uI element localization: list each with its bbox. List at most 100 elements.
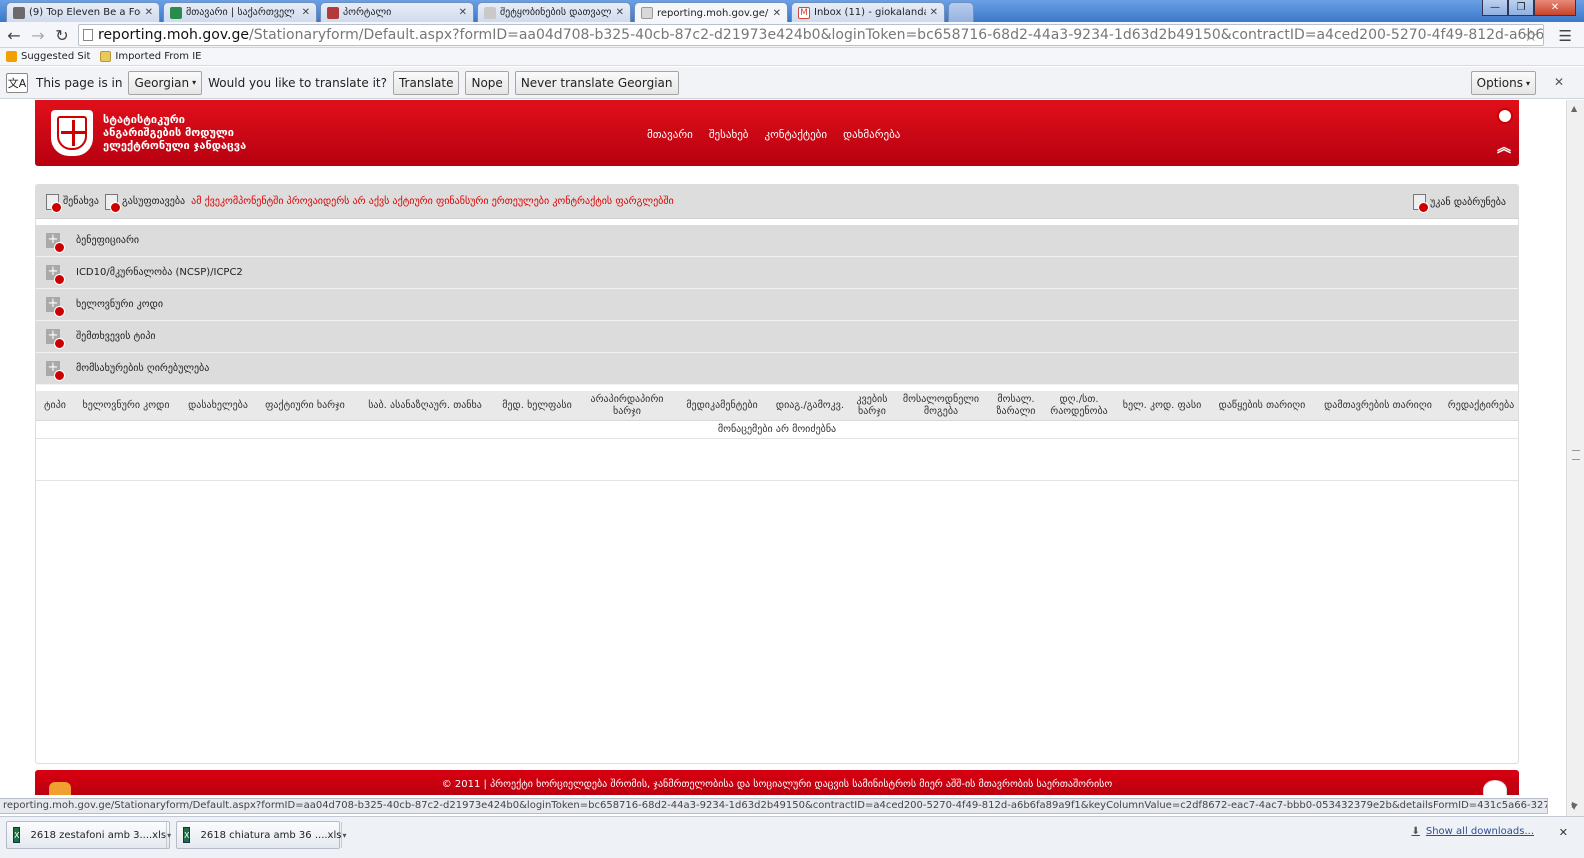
column-header[interactable]: მოსალოდნელი მოგება (900, 391, 982, 421)
chevron-down-icon[interactable]: ▾ (341, 822, 346, 848)
column-header[interactable]: დასახელება (182, 391, 254, 421)
tab-strip: (9) Top Eleven Be a Footb ✕ მთავარი | სა… (0, 0, 1584, 23)
section-label: ICD10/მკურნალობა (NCSP)/ICPC2 (76, 267, 243, 278)
nav-home[interactable]: მთავარი (647, 128, 693, 141)
nav-contacts[interactable]: კონტაქტები (764, 128, 827, 141)
window-close-icon[interactable]: ✕ (1534, 0, 1576, 16)
section-label: მომსახურების ღირებულება (76, 363, 210, 374)
close-icon[interactable]: ✕ (616, 7, 624, 18)
nope-button[interactable]: Nope (465, 70, 509, 95)
forward-arrow-icon[interactable]: → (28, 25, 48, 45)
partner-logo-icon (1483, 780, 1507, 795)
tab-reporting[interactable]: reporting.moh.gov.ge/Sta ✕ (634, 2, 788, 23)
cross-emblem-icon (57, 116, 87, 150)
minimize-icon[interactable]: — (1482, 0, 1508, 16)
column-header[interactable]: მოსალ. ზარალი (992, 391, 1040, 421)
address-bar[interactable]: reporting.moh.gov.ge/Stationaryform/Defa… (78, 24, 1544, 46)
url-host: reporting.moh.gov.ge (98, 27, 249, 43)
vertical-scrollbar[interactable]: ▲ ▼ (1566, 100, 1584, 818)
suggested-sites-icon (6, 51, 17, 62)
column-header[interactable]: დამთავრების თარიღი (1322, 391, 1434, 421)
expand-plus-icon: + (46, 232, 65, 253)
translate-close-icon[interactable]: ✕ (1554, 75, 1564, 89)
column-header[interactable]: ხელოვნური კოდი (76, 391, 176, 421)
translate-button[interactable]: Translate (392, 70, 460, 95)
scroll-thumb-grip[interactable] (1572, 450, 1580, 460)
column-header[interactable]: ტიპი (36, 391, 74, 421)
column-header[interactable]: ხელ. კოდ. ფასი (1120, 391, 1204, 421)
downloads-shelf: X 2618 zestafoni amb 3....xls ▾ X 2618 c… (0, 816, 1584, 858)
download-filename: 2618 zestafoni amb 3....xls (30, 829, 167, 841)
save-button[interactable]: შენახვა (46, 193, 99, 213)
close-icon[interactable]: ✕ (773, 8, 781, 19)
column-header[interactable]: კვების ხარჯი (850, 391, 894, 421)
translate-options-button[interactable]: Options ▾ (1470, 71, 1536, 95)
logout-icon[interactable] (1497, 108, 1513, 124)
tab-message-view[interactable]: შეტყობინების დათვალ ✕ (477, 2, 631, 22)
reload-icon[interactable]: ↻ (52, 25, 72, 45)
back-label: უკან დაბრუნება (1430, 196, 1506, 208)
bookmark-suggested-sites[interactable]: Suggested Sit (6, 51, 90, 62)
section-icd10[interactable]: + ICD10/მკურნალობა (NCSP)/ICPC2 (36, 257, 1518, 289)
bookmark-label: Imported From IE (115, 51, 202, 62)
menu-icon[interactable]: ☰ (1559, 27, 1572, 45)
nav-about[interactable]: შესახებ (709, 128, 749, 141)
column-header[interactable]: საბ. ასანაზღაურ. თანხა (366, 391, 484, 421)
tab-mtavari[interactable]: მთავარი | საქართველ ✕ (163, 2, 317, 22)
bookmark-star-icon[interactable]: ☆ (1524, 26, 1538, 45)
column-header[interactable]: არაპირდაპირი ხარჯი (584, 391, 670, 421)
nav-help[interactable]: დახმარება (843, 128, 900, 141)
bookmark-imported-from-ie[interactable]: Imported From IE (100, 51, 201, 62)
clear-button[interactable]: გასუფთავება (105, 193, 185, 213)
clear-document-icon (105, 193, 121, 213)
maximize-icon[interactable]: ❐ (1508, 0, 1534, 16)
close-icon[interactable]: ✕ (930, 7, 938, 18)
language-select[interactable]: Georgian ▾ (128, 70, 203, 95)
save-document-icon (46, 193, 62, 213)
bookmark-label: Suggested Sit (21, 51, 91, 62)
column-header[interactable]: დიაგ./გამოკვ. (774, 391, 846, 421)
tab-title: მთავარი | საქართველ (186, 7, 295, 18)
empty-table-message: მონაცემები არ მოიძებნა (36, 421, 1518, 439)
back-arrow-icon[interactable]: ← (4, 25, 24, 45)
close-icon[interactable]: ✕ (145, 7, 153, 18)
save-label: შენახვა (63, 196, 99, 207)
scroll-up-icon[interactable]: ▲ (1571, 104, 1577, 113)
column-header[interactable]: რედაქტირება (1444, 391, 1518, 421)
section-case-type[interactable]: + შემთხვევის ტიპი (36, 321, 1518, 353)
download-item[interactable]: X 2618 zestafoni amb 3....xls ▾ (6, 821, 171, 849)
column-header[interactable]: მედ. ხელფასი (498, 391, 576, 421)
warning-message: ამ ქვეკომპონენტში პროვაიდერს არ აქვს აქტ… (191, 196, 674, 207)
close-icon[interactable]: ✕ (459, 7, 467, 18)
tab-title: Inbox (11) - giokalanda@ (814, 7, 926, 18)
url-path: /Stationaryform/Default.aspx?formID=aa04… (249, 27, 1544, 43)
table-header: ტიპი ხელოვნური კოდი დასახელება ფაქტიური … (36, 391, 1518, 421)
site-title-line: სტატისტიკური (103, 113, 185, 126)
tab-top-eleven[interactable]: (9) Top Eleven Be a Footb ✕ (6, 2, 160, 22)
column-header[interactable]: ფაქტიური ხარჯი (258, 391, 352, 421)
tab-gmail-inbox[interactable]: M Inbox (11) - giokalanda@ ✕ (791, 2, 945, 22)
favicon-icon (13, 6, 25, 19)
close-icon[interactable]: ✕ (302, 7, 310, 18)
go-back-button[interactable]: უკან დაბრუნება (1413, 194, 1506, 213)
form-container: შენახვა გასუფთავება ამ ქვეკომპონენტში პრ… (35, 184, 1519, 764)
section-artificial-code[interactable]: + ხელოვნური კოდი (36, 289, 1518, 321)
download-arrow-icon: ⬇ (1411, 826, 1420, 837)
site-logo[interactable] (51, 110, 93, 156)
collapse-header-icon[interactable]: ︽ (1497, 141, 1511, 155)
tab-portal[interactable]: პორტალი ✕ (320, 2, 474, 22)
footer-text: © 2011 | პროექტი ხორციელდება შრომის, ჯან… (441, 779, 1113, 790)
chevron-down-icon[interactable]: ▾ (166, 822, 171, 848)
download-item[interactable]: X 2618 chiatura amb 36 ....xls ▾ (176, 821, 346, 849)
column-header[interactable]: დღ./სთ. რაოდენობა (1046, 391, 1112, 421)
column-header[interactable]: მედიკამენტები (680, 391, 764, 421)
scroll-right-icon[interactable]: ▶ (1566, 800, 1584, 814)
column-header[interactable]: დაწყების თარიღი (1212, 391, 1312, 421)
excel-file-icon: X (183, 827, 191, 843)
show-all-downloads-link[interactable]: ⬇ Show all downloads... (1411, 826, 1534, 837)
section-beneficiary[interactable]: + ბენეფიციარი (36, 225, 1518, 257)
new-tab-button[interactable] (948, 2, 974, 22)
never-translate-button[interactable]: Never translate Georgian (514, 70, 679, 95)
section-service-cost[interactable]: + მომსახურების ღირებულება (36, 353, 1518, 385)
downloads-close-icon[interactable]: ✕ (1559, 826, 1568, 839)
